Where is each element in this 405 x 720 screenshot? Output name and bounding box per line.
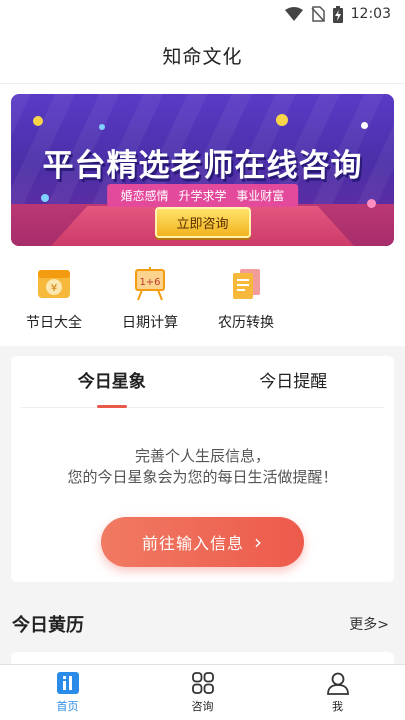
cta-label: 前往输入信息 — [141, 534, 244, 553]
nav-home[interactable]: 首页 — [0, 665, 135, 720]
decor-dot — [99, 124, 105, 130]
today-card: 今日星象 今日提醒 完善个人生辰信息， 您的今日星象会为您的每日生活做提醒！ 前… — [11, 356, 394, 582]
quick-item-date-calc[interactable]: 1+6 日期计算 — [102, 264, 198, 346]
status-time: 12:03 — [350, 6, 391, 22]
decor-dot — [367, 199, 376, 208]
nav-consult[interactable]: 咨询 — [135, 665, 270, 720]
decor-dot — [361, 122, 368, 129]
nav-label: 首页 — [56, 700, 79, 713]
banner-tags: 婚恋感情 升学求学 事业财富 — [106, 184, 299, 207]
tab-label: 今日星象 — [77, 372, 146, 392]
quick-item-festivals[interactable]: ¥ 节日大全 — [6, 264, 102, 346]
no-sim-icon — [311, 6, 325, 22]
svg-text:1+6: 1+6 — [139, 277, 160, 288]
consult-now-button[interactable]: 立即咨询 — [154, 207, 251, 238]
banner-title: 平台精选老师在线咨询 — [42, 148, 363, 184]
message-line: 您的今日星象会为您的每日生活做提醒！ — [67, 468, 338, 486]
today-tabs: 今日星象 今日提醒 — [21, 356, 384, 408]
svg-text:¥: ¥ — [51, 283, 57, 294]
wifi-icon — [284, 7, 303, 21]
home-icon — [56, 672, 79, 694]
festival-coin-icon: ¥ — [38, 270, 70, 298]
decor-dot — [33, 116, 43, 126]
almanac-more-link[interactable]: 更多> — [349, 614, 389, 634]
profile-icon — [326, 672, 349, 695]
banner-container: 平台精选老师在线咨询 婚恋感情 升学求学 事业财富 立即咨询 — [0, 84, 405, 254]
date-calc-easel-icon: 1+6 — [135, 267, 165, 301]
tab-today-astrology[interactable]: 今日星象 — [21, 356, 203, 408]
quick-label: 农历转换 — [218, 315, 274, 331]
almanac-title: 今日黄历 — [12, 615, 84, 636]
app-header: 知命文化 — [0, 28, 405, 84]
status-bar: 12:03 — [0, 0, 405, 28]
quick-actions: ¥ 节日大全 1+6 日期计算 农历转换 — [0, 254, 405, 346]
consult-banner[interactable]: 平台精选老师在线咨询 婚恋感情 升学求学 事业财富 立即咨询 — [11, 94, 394, 246]
nav-profile[interactable]: 我 — [270, 665, 405, 720]
nav-label: 我 — [332, 700, 343, 713]
decor-dot — [276, 114, 288, 126]
grid-icon — [191, 672, 214, 694]
chevron-right-icon: › — [254, 530, 263, 554]
tab-label: 今日提醒 — [259, 372, 328, 392]
decor-dot — [41, 194, 49, 202]
quick-item-lunar-convert[interactable]: 农历转换 — [198, 264, 294, 346]
almanac-header: 今日黄历 更多> — [0, 600, 405, 648]
nav-label: 咨询 — [191, 700, 214, 713]
lunar-convert-doc-icon — [233, 269, 260, 299]
message-line: 完善个人生辰信息， — [134, 447, 270, 465]
page-title: 知命文化 — [162, 46, 243, 68]
active-tab-indicator — [96, 405, 127, 408]
battery-charging-icon — [332, 5, 343, 23]
tab-today-reminder[interactable]: 今日提醒 — [203, 356, 385, 407]
enter-info-button[interactable]: 前往输入信息 › — [101, 517, 304, 567]
quick-label: 节日大全 — [26, 315, 82, 331]
card-message: 完善个人生辰信息， 您的今日星象会为您的每日生活做提醒！ — [11, 446, 394, 488]
quick-label: 日期计算 — [122, 315, 178, 331]
bottom-nav: 首页 咨询 我 — [0, 664, 405, 720]
